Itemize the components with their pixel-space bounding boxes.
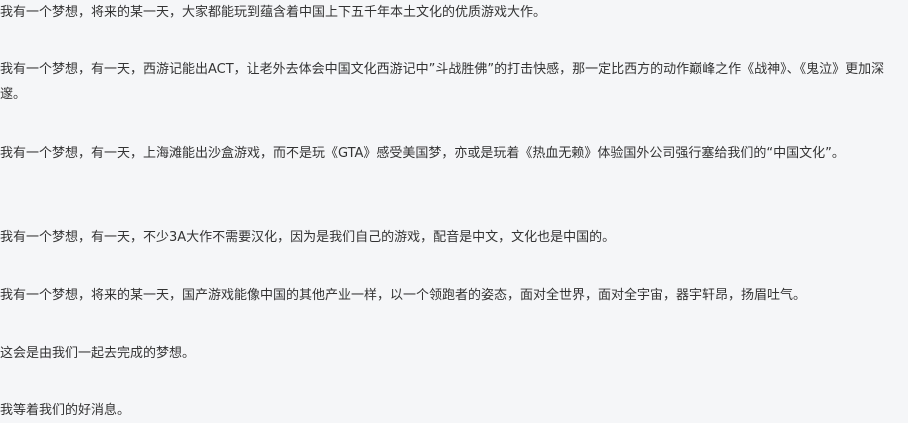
paragraph-1: 我有一个梦想，将来的某一天，大家都能玩到蕴含着中国上下五千年本土文化的优质游戏大… [0, 5, 547, 20]
paragraph-2: 我有一个梦想，有一天，西游记能出ACT，让老外去体会中国文化西游记中”斗战胜佛”… [0, 62, 885, 102]
paragraph-4: 我有一个梦想，有一天，不少3A大作不需要汉化，因为是我们自己的游戏，配音是中文，… [0, 230, 616, 245]
paragraph-5: 我有一个梦想，将来的某一天，国产游戏能像中国的其他产业一样，以一个领跑者的姿态，… [0, 288, 807, 303]
paragraph-3: 我有一个梦想，有一天，上海滩能出沙盒游戏，而不是玩《GTA》感受美国梦，亦或是玩… [0, 146, 845, 161]
article-body: 我有一个梦想，将来的某一天，大家都能玩到蕴含着中国上下五千年本土文化的优质游戏大… [0, 0, 908, 420]
paragraph-7: 我等着我们的好消息。 [0, 403, 131, 418]
paragraph-6: 这会是由我们一起去完成的梦想。 [0, 346, 196, 361]
